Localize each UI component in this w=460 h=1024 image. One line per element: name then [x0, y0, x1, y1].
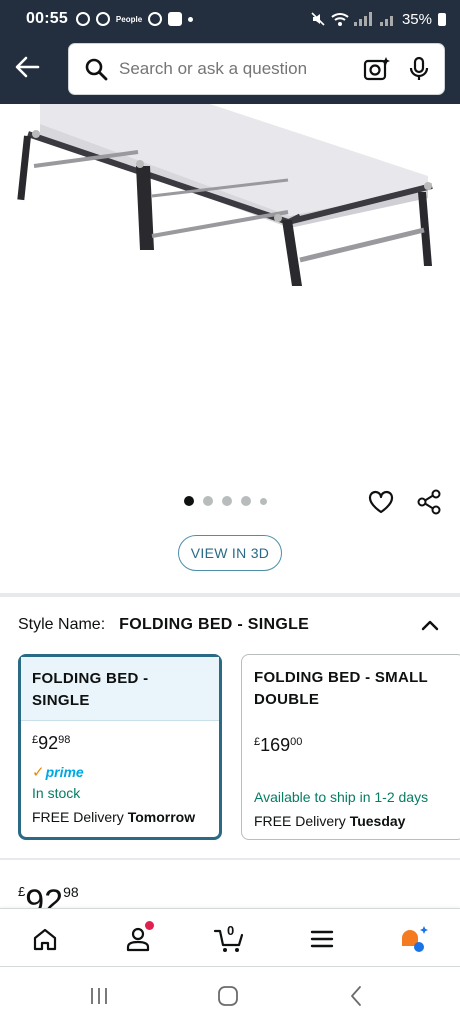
- account-icon: [126, 927, 150, 952]
- signal-icon: [353, 12, 372, 26]
- battery-percent: 35%: [401, 10, 432, 28]
- heart-icon: [368, 490, 394, 514]
- style-value: FOLDING BED - SINGLE: [119, 616, 310, 633]
- image-carousel-dots[interactable]: [184, 496, 267, 506]
- style-option-name: FOLDING BED - SINGLE: [21, 657, 219, 721]
- signal-icon: [379, 16, 393, 26]
- share-icon: [417, 489, 441, 515]
- delivery-text: FREE Delivery Tomorrow: [32, 809, 196, 825]
- folding-bed-photo: [17, 104, 433, 286]
- system-navigation-bar: [0, 967, 460, 1024]
- view-in-3d-button[interactable]: VIEW IN 3D: [178, 535, 282, 571]
- carousel-dot[interactable]: [260, 497, 267, 505]
- status-bar: 00:55 People 35%: [0, 0, 460, 38]
- section-divider: [0, 858, 460, 860]
- nav-account-button[interactable]: [118, 921, 158, 957]
- nav-rufus-button[interactable]: [394, 921, 434, 957]
- back-arrow-icon: [15, 56, 40, 78]
- mute-icon: [311, 12, 325, 26]
- search-icon: [83, 56, 109, 82]
- chrome-icon: [148, 12, 163, 26]
- carousel-dot[interactable]: [203, 496, 213, 506]
- notification-icons: People: [75, 12, 194, 26]
- rufus-icon: [402, 926, 428, 952]
- home-icon: [33, 928, 57, 951]
- back-button[interactable]: [12, 52, 42, 82]
- battery-icon: [438, 12, 446, 26]
- chevron-up-icon[interactable]: [418, 613, 442, 637]
- checkbox-icon: [168, 12, 183, 26]
- section-divider: [0, 593, 460, 597]
- notification-badge: [145, 921, 154, 930]
- carousel-dot[interactable]: [184, 496, 194, 506]
- search-header: [0, 38, 460, 104]
- recent-apps-icon: [91, 988, 107, 1004]
- option-price: £ 92 98: [32, 733, 71, 753]
- chrome-icon: [75, 12, 90, 26]
- people-icon: People: [115, 14, 143, 24]
- menu-icon: [310, 930, 334, 948]
- search-bar[interactable]: [68, 43, 445, 95]
- recent-apps-button[interactable]: [88, 985, 110, 1007]
- style-option-card-single[interactable]: FOLDING BED - SINGLE £ 92 98 ✓ prime In …: [18, 654, 222, 840]
- style-selector-header[interactable]: Style Name: FOLDING BED - SINGLE: [18, 613, 442, 637]
- more-notifications-dot: [188, 16, 194, 22]
- carousel-dot[interactable]: [241, 496, 251, 506]
- availability-text: In stock: [32, 785, 81, 801]
- prime-check-icon: ✓: [32, 764, 45, 781]
- style-option-name: FOLDING BED - SMALL DOUBLE: [254, 669, 428, 708]
- search-input[interactable]: [119, 59, 362, 79]
- camera-search-icon[interactable]: [362, 54, 392, 84]
- chrome-icon: [95, 12, 110, 26]
- carousel-dot[interactable]: [222, 496, 232, 506]
- status-time: 00:55: [26, 10, 68, 27]
- prime-badge: ✓ prime: [32, 764, 84, 781]
- system-back-button[interactable]: [348, 985, 364, 1007]
- bottom-navigation: 0: [0, 908, 460, 968]
- microphone-icon[interactable]: [406, 54, 432, 84]
- wifi-icon: [331, 13, 349, 26]
- option-price: £ 169 00: [254, 735, 303, 755]
- product-image[interactable]: [0, 104, 460, 480]
- nav-menu-button[interactable]: [302, 921, 342, 957]
- status-right: 35%: [310, 11, 446, 28]
- nav-home-button[interactable]: [25, 921, 65, 957]
- style-label: Style Name:: [18, 616, 106, 633]
- style-option-card-small-double[interactable]: FOLDING BED - SMALL DOUBLE £ 169 00 Avai…: [241, 654, 460, 840]
- wishlist-button[interactable]: [366, 487, 396, 517]
- delivery-text: FREE Delivery Tuesday: [254, 813, 406, 829]
- home-circle-icon: [218, 986, 238, 1006]
- cart-count: 0: [227, 923, 235, 938]
- nav-cart-button[interactable]: 0: [210, 921, 250, 957]
- share-button[interactable]: [414, 487, 444, 517]
- availability-text: Available to ship in 1-2 days: [254, 789, 429, 805]
- back-chevron-icon: [351, 986, 361, 1006]
- system-home-button[interactable]: [217, 985, 239, 1007]
